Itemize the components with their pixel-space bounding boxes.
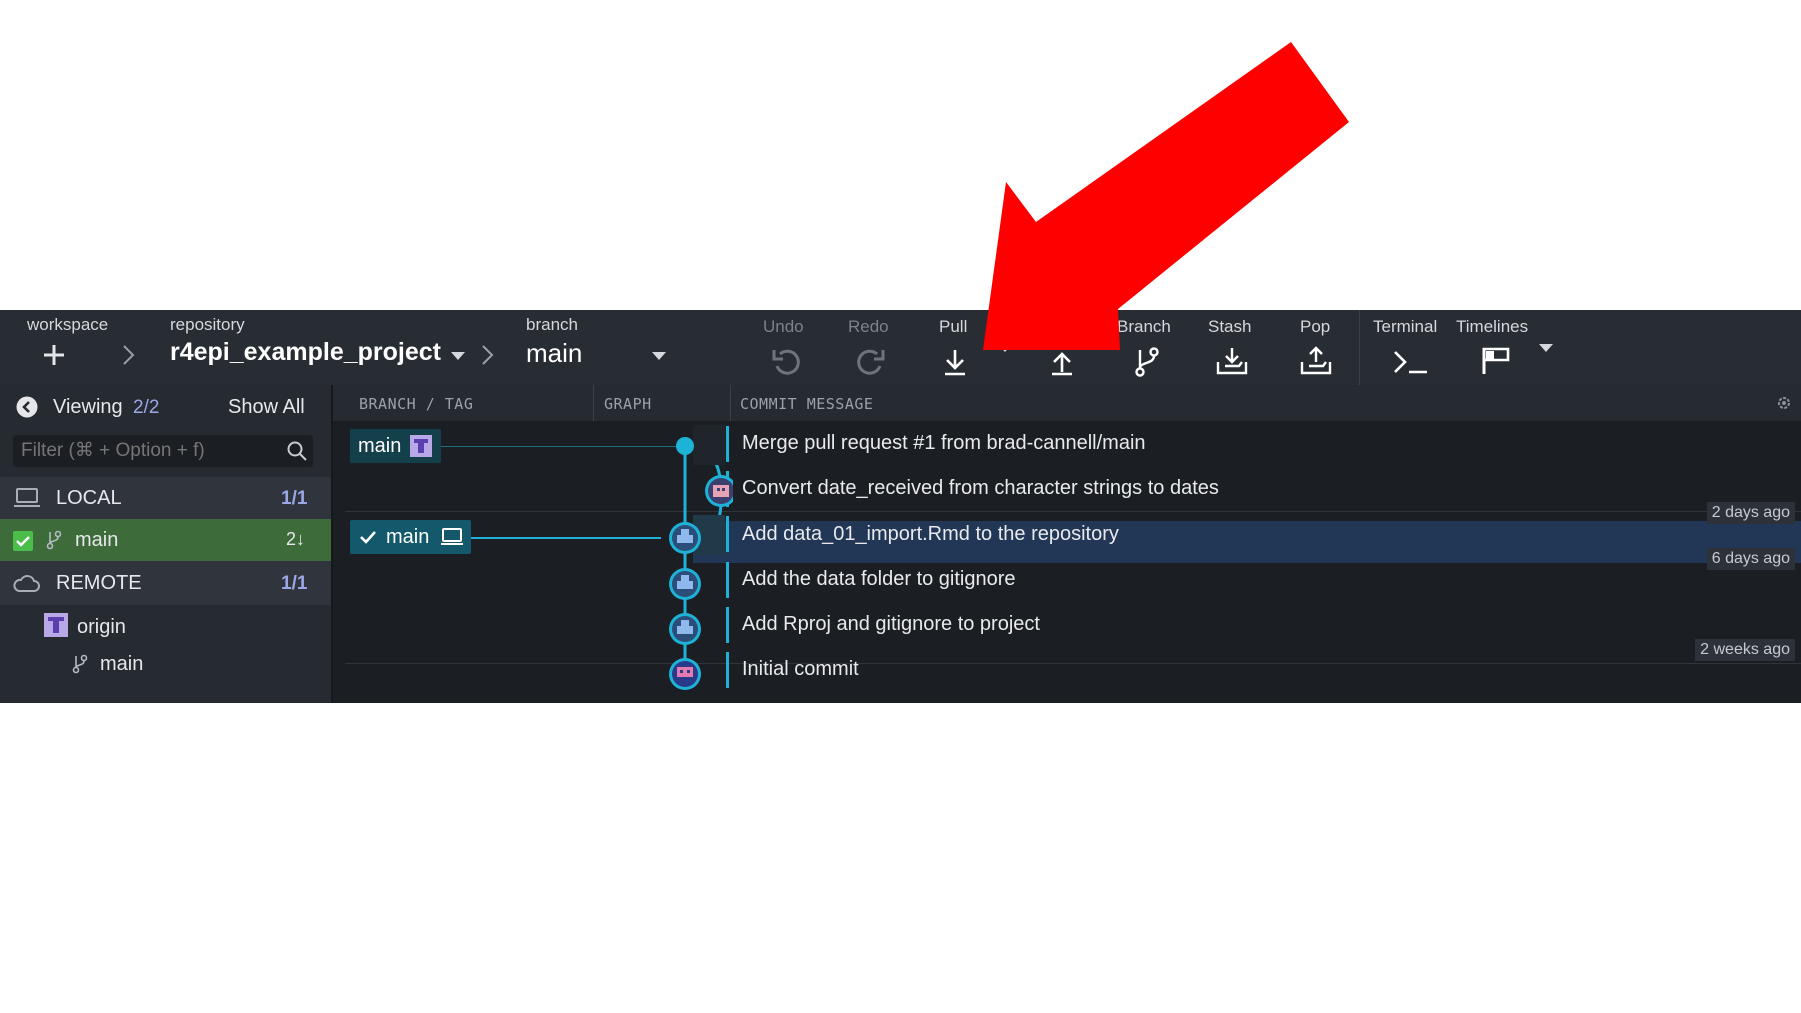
commit-graph-panel: BRANCH / TAG GRAPH COMMIT MESSAGE Merge … — [333, 385, 1801, 703]
remote-label: REMOTE — [56, 572, 142, 594]
redo-icon[interactable] — [855, 348, 885, 376]
branch-tag-column-header[interactable]: BRANCH / TAG — [359, 395, 473, 413]
repository-name[interactable]: r4epi_example_project — [170, 338, 441, 367]
cloud-icon — [13, 575, 40, 592]
timelines-flag-icon[interactable] — [1481, 346, 1511, 376]
branch-icon — [46, 530, 62, 550]
local-main-ref-pill[interactable]: main — [350, 520, 471, 554]
sidebar-item-origin-main[interactable]: main — [0, 645, 331, 683]
remote-count: 1/1 — [281, 573, 308, 594]
local-count: 1/1 — [281, 488, 308, 509]
show-all-button[interactable]: Show All — [228, 396, 305, 419]
commit-avatar-node[interactable] — [669, 658, 701, 690]
timelines-dropdown-icon[interactable] — [1539, 344, 1553, 352]
branch-icon[interactable] — [1134, 346, 1160, 378]
time-label: 2 weeks ago — [1695, 639, 1795, 661]
pop-icon[interactable] — [1300, 346, 1332, 376]
commit-message: Merge pull request #1 from brad-cannell/… — [742, 432, 1146, 454]
settings-gear-icon[interactable] — [1776, 395, 1792, 411]
terminal-label: Terminal — [1373, 317, 1438, 336]
undo-label: Undo — [763, 317, 804, 336]
origin-avatar-icon — [410, 435, 432, 457]
push-icon[interactable] — [1049, 348, 1075, 376]
column-headers: BRANCH / TAG GRAPH COMMIT MESSAGE — [333, 385, 1801, 421]
checkmark-icon — [360, 531, 376, 544]
chevron-right-icon — [123, 345, 135, 365]
viewing-label: Viewing — [53, 396, 123, 418]
local-section-header[interactable]: LOCAL 1/1 — [0, 477, 331, 519]
commit-message: Convert date_received from character str… — [742, 477, 1219, 499]
commit-message: Add data_01_import.Rmd to the repository — [742, 523, 1119, 545]
filter-input[interactable] — [19, 438, 273, 464]
local-label: LOCAL — [56, 487, 122, 509]
stash-icon[interactable] — [1216, 346, 1248, 376]
redo-label: Redo — [848, 317, 889, 336]
sidebar: Viewing 2/2 Show All LOCAL 1/1 main 2↓ R… — [0, 385, 333, 703]
commit-row[interactable]: Initial commit — [333, 647, 1801, 692]
pop-label: Pop — [1300, 317, 1331, 336]
commit-row[interactable]: Add Rproj and gitignore to project — [333, 602, 1801, 647]
timelines-label: Timelines — [1456, 317, 1529, 336]
viewing-count: 2/2 — [133, 397, 160, 418]
column-divider[interactable] — [730, 385, 731, 421]
commit-message-column-header[interactable]: COMMIT MESSAGE — [740, 395, 873, 413]
remote-section-header[interactable]: REMOTE 1/1 — [0, 561, 331, 605]
graph-column-header[interactable]: GRAPH — [604, 395, 652, 413]
undo-icon[interactable] — [772, 348, 802, 376]
pull-icon[interactable] — [942, 348, 968, 376]
commit-avatar-node[interactable] — [669, 568, 701, 600]
behind-count: 2↓ — [286, 529, 306, 549]
commit-row[interactable]: Convert date_received from character str… — [333, 466, 1801, 511]
checkbox-checked-icon[interactable] — [13, 531, 33, 551]
laptop-icon — [14, 488, 40, 507]
toolbar: workspace repository r4epi_example_proje… — [0, 310, 1801, 385]
stash-label: Stash — [1208, 317, 1252, 336]
ref-label: main — [358, 435, 402, 457]
repository-dropdown-icon[interactable] — [451, 352, 465, 360]
sidebar-item-origin[interactable]: origin — [0, 607, 331, 645]
branch-dropdown-icon[interactable] — [652, 352, 666, 360]
add-workspace-icon[interactable] — [42, 343, 66, 367]
sidebar-item-local-main[interactable]: main 2↓ — [0, 519, 331, 561]
laptop-icon — [441, 528, 463, 545]
branch-button-label: Branch — [1117, 317, 1171, 336]
commit-message: Add Rproj and gitignore to project — [742, 613, 1040, 635]
branch-name[interactable]: main — [526, 338, 582, 369]
branch-label: branch — [526, 315, 578, 334]
column-divider[interactable] — [593, 385, 594, 421]
remote-branch-name: main — [100, 653, 144, 675]
chevron-right-icon — [482, 345, 494, 365]
commit-avatar-node[interactable] — [669, 522, 701, 554]
commit-avatar-node[interactable] — [705, 475, 733, 507]
filter-box[interactable] — [13, 435, 313, 467]
remote-main-ref-pill[interactable]: main — [350, 429, 441, 463]
commit-row-selected[interactable]: Add data_01_import.Rmd to the repository — [333, 511, 1801, 556]
repository-label: repository — [170, 315, 245, 334]
time-label: 6 days ago — [1706, 548, 1795, 570]
commit-graph — [633, 425, 733, 690]
origin-avatar-icon — [44, 613, 68, 637]
commit-avatar-node[interactable] — [669, 613, 701, 645]
gitkraken-window: workspace repository r4epi_example_proje… — [0, 310, 1801, 703]
remote-origin-name: origin — [77, 616, 126, 638]
toolbar-divider — [1359, 310, 1360, 385]
ref-label: main — [386, 526, 430, 548]
commit-row[interactable]: Add the data folder to gitignore — [333, 557, 1801, 602]
terminal-icon[interactable] — [1393, 350, 1429, 374]
search-icon — [287, 441, 307, 461]
collapse-sidebar-icon[interactable] — [16, 396, 38, 418]
pull-label: Pull — [939, 317, 968, 336]
commit-message: Add the data folder to gitignore — [742, 568, 1016, 590]
workspace-label: workspace — [27, 315, 109, 334]
merge-commit-node[interactable] — [676, 437, 694, 455]
pull-options-dropdown-icon[interactable] — [998, 344, 1012, 352]
commit-message: Initial commit — [742, 658, 859, 680]
commit-row[interactable]: Merge pull request #1 from brad-cannell/… — [333, 421, 1801, 466]
time-label: 2 days ago — [1706, 502, 1795, 524]
local-branch-name: main — [75, 529, 119, 551]
ref-connector-line — [441, 446, 661, 447]
branch-icon — [72, 654, 88, 674]
